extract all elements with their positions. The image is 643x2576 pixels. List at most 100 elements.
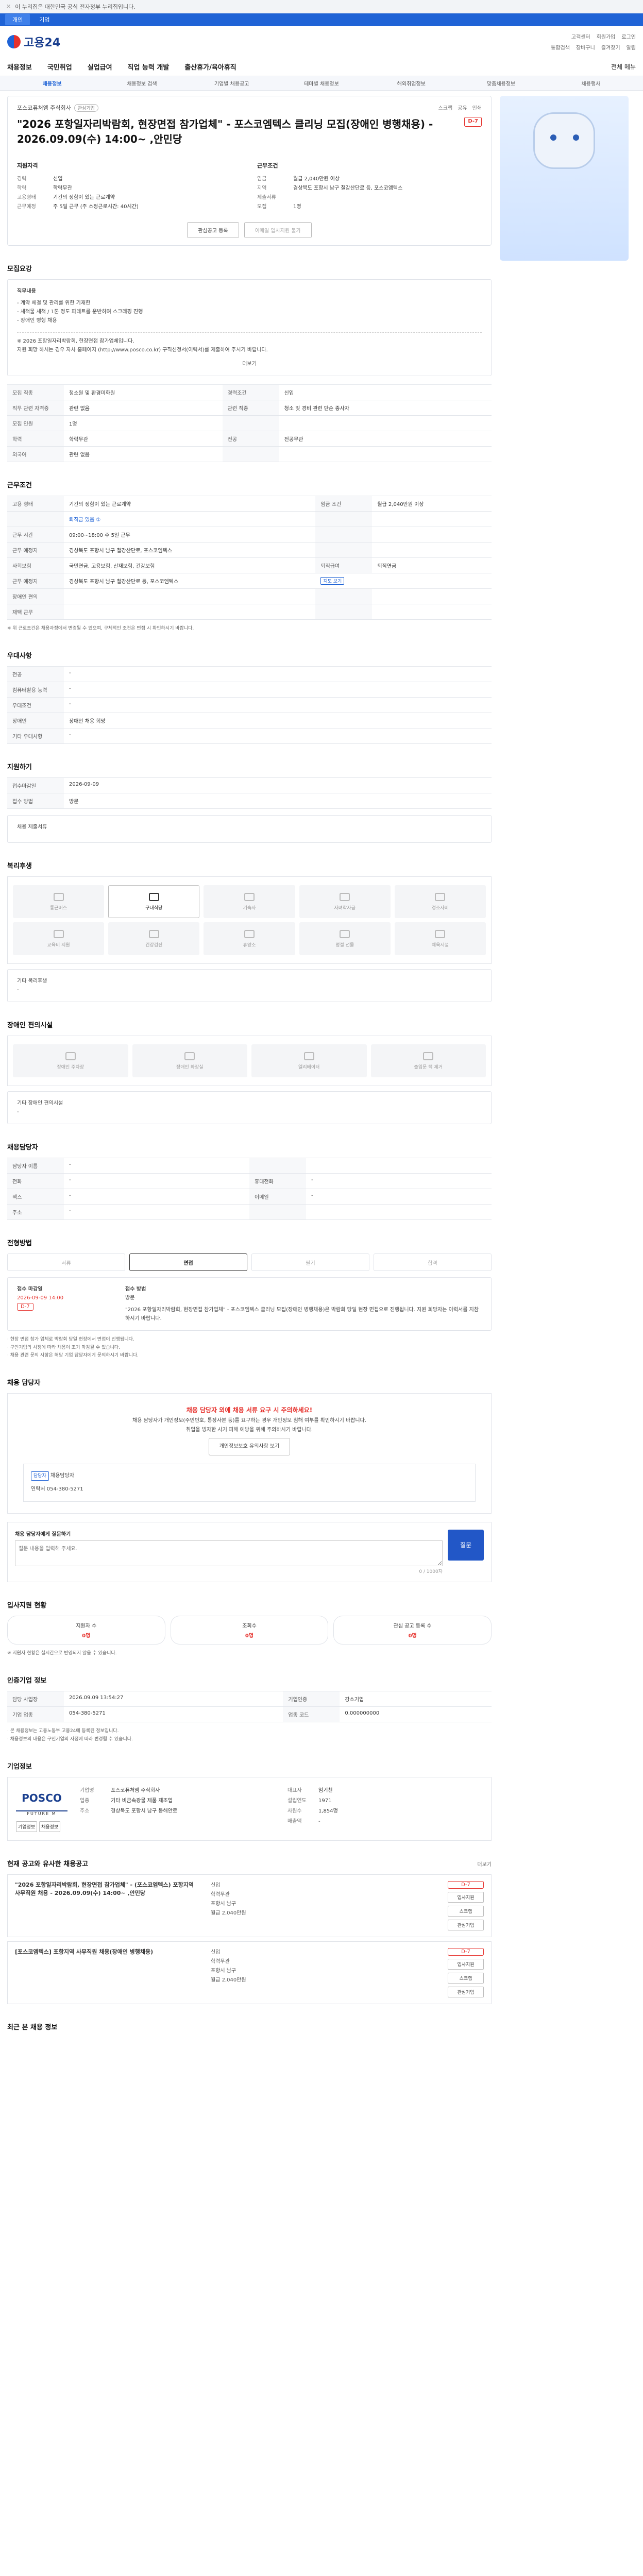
job-desc-line: ※ 2026 포항일자리박람회, 현장면접 참가업체입니다.: [17, 332, 482, 346]
table-row: 근무 예정지 경상북도 포항시 남구 철강산단로 등, 포스코엠텍스 지도 보기: [7, 573, 492, 589]
process-step: 합격: [374, 1253, 492, 1272]
company-logo: POSCO: [16, 1786, 67, 1811]
apply-documents-box: 채용 제출서류: [7, 815, 492, 843]
process-steps: 서류 면접 필기 합격: [7, 1253, 492, 1272]
corp-row: 매출액 -: [287, 1818, 320, 1824]
question-submit-button[interactable]: 질문: [448, 1529, 484, 1561]
tab-personal[interactable]: 개인: [5, 14, 30, 25]
site-logo-text: 고용24: [24, 37, 61, 49]
apply-documents-label: 채용 제출서류: [17, 824, 47, 831]
kv-row: 임금 월급 2,040만원 이상: [257, 176, 340, 182]
dday-badge: D-7: [17, 1303, 33, 1311]
scrap-button[interactable]: 스크랩: [438, 104, 453, 112]
subnav-item[interactable]: 해외취업정보: [366, 79, 456, 87]
list-item[interactable]: [포스코엠텍스] 포항지역 사무직원 채용(장애인 병행채용) 신입 학력무관 포항…: [7, 1941, 492, 2004]
subnav-item[interactable]: 테마별 채용정보: [277, 79, 366, 87]
main-content: 포스코퓨처엠 주식회사 관심기업 스크랩 공유 인쇄 D-7 "2026 포항일…: [7, 96, 492, 2099]
user-type-tabs: 개인 기업: [0, 13, 643, 26]
elevator-icon: [303, 1052, 314, 1060]
interest-button[interactable]: 관심기업: [448, 1919, 484, 1930]
facility-item: 출입문 턱 제거: [370, 1044, 486, 1078]
note-line: · 구인기업의 사정에 따라 채용이 조기 마감될 수 있습니다.: [7, 1345, 121, 1350]
question-input[interactable]: [15, 1540, 443, 1566]
company-name[interactable]: 포스코퓨처엠 주식회사: [17, 104, 71, 112]
add-interest-button[interactable]: 관심공고 등록: [187, 222, 239, 238]
company-jobs-button[interactable]: 채용정보: [39, 1821, 61, 1832]
subnav-item[interactable]: 기업별 채용공고: [187, 79, 277, 87]
side-banner[interactable]: [500, 96, 629, 261]
link-fav[interactable]: 즐겨찾기: [601, 43, 620, 51]
stat-card: 조회수 0명: [170, 1615, 329, 1645]
section-title: 우대사항: [7, 652, 32, 660]
map-button[interactable]: 지도 보기: [320, 577, 345, 585]
scrap-button[interactable]: 스크랩: [448, 1905, 484, 1917]
subnav-item[interactable]: 채용행사: [546, 79, 636, 87]
nav-leave[interactable]: 출산휴가/육아휴직: [184, 62, 236, 72]
conditions-heading: 근무조건: [257, 162, 278, 169]
present-icon: [340, 929, 350, 938]
more-button[interactable]: 더보기: [17, 360, 482, 368]
close-icon[interactable]: ✕: [6, 3, 11, 10]
apply-button[interactable]: 입사지원: [448, 1958, 484, 1970]
facility-item: 엘리베이터: [251, 1044, 367, 1078]
site-logo[interactable]: 고용24: [7, 33, 60, 50]
subnav-item[interactable]: 채용정보: [7, 79, 97, 87]
print-button[interactable]: 인쇄: [472, 104, 482, 112]
company-info-button[interactable]: 기업정보: [16, 1821, 38, 1832]
main-nav: 채용정보 국민취업 실업급여 직업 능력 개발 출산휴가/육아휴직 전체 메뉴: [0, 58, 643, 76]
list-item-title[interactable]: [포스코엠텍스] 포항지역 사무직원 채용(장애인 병행채용): [15, 1948, 200, 1997]
sub-nav: 채용정보 채용정보 검색 기업별 채용공고 테마별 채용정보 해외취업정보 맞춤…: [0, 76, 643, 91]
link-login[interactable]: 로그인: [621, 32, 636, 40]
list-item[interactable]: "2026 포항일자리박람회, 현장면접 참가업체" - (포스코엠텍스) 포항…: [7, 1874, 492, 1937]
link-customer[interactable]: 고객센터: [571, 32, 590, 40]
link-search[interactable]: 통합검색: [551, 43, 570, 51]
link-join[interactable]: 회원가입: [597, 32, 616, 40]
education-icon: [53, 929, 64, 938]
parking-icon: [65, 1052, 76, 1060]
section-title: 최근 본 채용 정보: [7, 2023, 58, 2031]
recruit-table: 모집 직종 청소원 및 환경미화원 경력조건 신입 직무 관련 자격증 관련 없음 관련 …: [7, 384, 492, 462]
warning-line: 취업을 빙자한 사기 피해 예방을 위해 주의하시기 바랍니다.: [185, 1427, 313, 1433]
welfare-item: 구내식당: [108, 885, 200, 919]
nav-employment[interactable]: 국민취업: [47, 62, 72, 72]
method-value: 방문: [125, 1295, 135, 1301]
apply-button[interactable]: 입사지원: [448, 1891, 484, 1903]
share-button[interactable]: 공유: [458, 104, 467, 112]
interest-button[interactable]: 관심기업: [448, 1986, 484, 1997]
list-item-actions: D-7 입사지원 스크랩 관심기업: [448, 1880, 484, 1930]
nav-training[interactable]: 직업 능력 개발: [128, 62, 170, 72]
subnav-item[interactable]: 채용정보 검색: [97, 79, 187, 87]
more-link[interactable]: 더보기: [477, 1860, 492, 1868]
work-table: 고용 형태 기간의 정함이 있는 근로계약 임금 조건 월급 2,040만원 이상 퇴…: [7, 496, 492, 620]
link-cart[interactable]: 장바구니: [576, 43, 595, 51]
scrap-button[interactable]: 스크랩: [448, 1972, 484, 1984]
section-title: 채용 담당자: [7, 1379, 41, 1387]
all-menu-button[interactable]: 전체 메뉴: [611, 62, 636, 71]
subnav-item[interactable]: 맞춤채용정보: [456, 79, 546, 87]
section-title: 복리후생: [7, 862, 32, 871]
link-alarm[interactable]: 알림: [627, 43, 636, 51]
process-step: 필기: [251, 1253, 369, 1272]
privacy-guide-button[interactable]: 개인정보보호 유의사항 보기: [208, 1437, 291, 1455]
interest-company-badge[interactable]: 관심기업: [74, 104, 98, 112]
question-box: 채용 담당자에게 질문하기 0 / 1000자 질문: [7, 1521, 492, 1582]
side-banner-area: [500, 96, 629, 2099]
kv-row: 모집 1명: [257, 204, 301, 210]
nav-jobs[interactable]: 채용정보: [7, 62, 32, 72]
stat-card: 관심 공고 등록 수 0명: [333, 1615, 492, 1645]
note-line: · 채용정보의 내용은 구인기업의 사정에 따라 변경될 수 있습니다.: [7, 1736, 133, 1742]
nav-benefit[interactable]: 실업급여: [88, 62, 112, 72]
door-icon: [423, 1052, 434, 1060]
kv-row: 학력 학력무관: [17, 185, 72, 191]
table-row: 컴퓨터활용 능력 -: [7, 682, 492, 698]
warning-line: 채용 담당자가 개인정보(주민번호, 통장사본 등)를 요구하는 경우 개인정보…: [132, 1417, 366, 1423]
tab-company[interactable]: 기업: [32, 14, 57, 25]
welfare-icons: 통근버스 구내식당 기숙사 자녀학자금 경조사비 교육비 지원 건강검진 휴양소…: [7, 876, 492, 964]
contact-box: 담당자 채용담당자 연락처 054-380-5271: [23, 1463, 476, 1502]
kv-row: 경력 신입: [17, 176, 63, 182]
email-apply-button[interactable]: 이메일 입사지원 불가: [244, 222, 312, 238]
kv-row: 제출서류: [257, 195, 276, 200]
list-item-title[interactable]: "2026 포항일자리박람회, 현장면접 참가업체" - (포스코엠텍스) 포항…: [15, 1881, 200, 1930]
method-label: 접수 방법: [125, 1286, 146, 1293]
table-row: 재택 근무: [7, 604, 492, 620]
